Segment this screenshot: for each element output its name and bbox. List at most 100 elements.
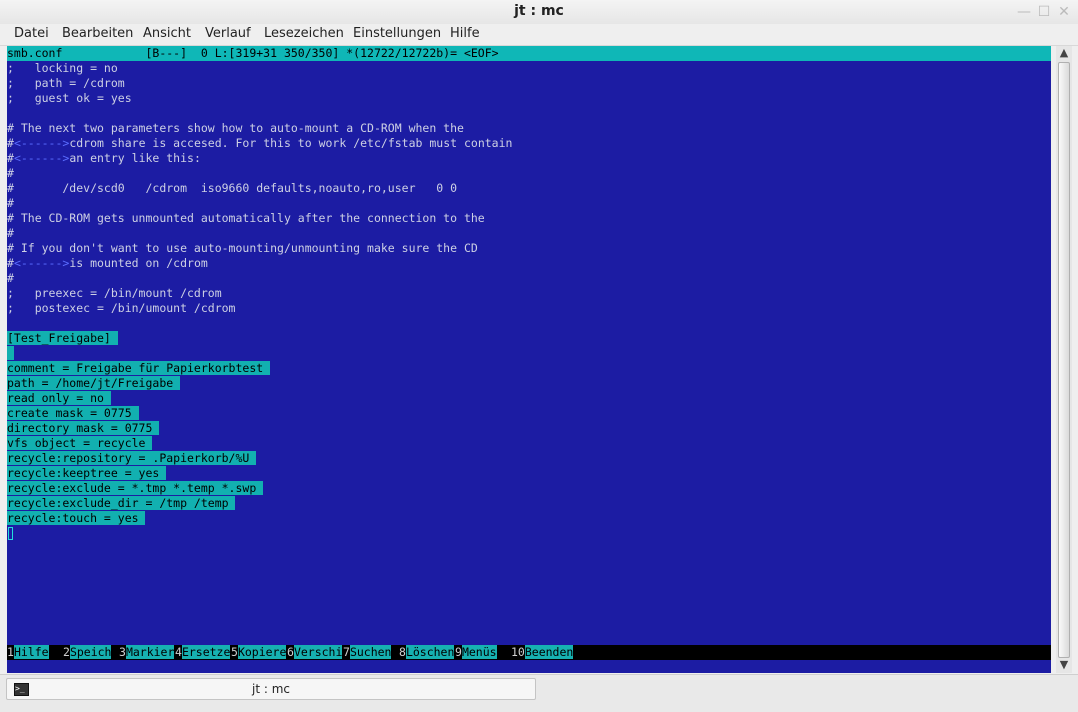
menu-einstellungen[interactable]: Einstellungen [353, 26, 441, 41]
editor-line: # [7, 226, 14, 241]
line-text: [Test_Freigabe] [7, 331, 118, 345]
line-text: recycle:repository = .Papierkorb/%U [7, 451, 257, 465]
editor-line: create mask = 0775 [7, 406, 139, 421]
fkey-label: Löschen [405, 645, 455, 659]
title-bar: jt : mc — ☐ ✕ [0, 0, 1078, 24]
menu-ansicht[interactable]: Ansicht [143, 26, 191, 41]
fkey-number: 6 [287, 645, 294, 659]
terminal-area[interactable]: smb.conf [B---] 0 L:[319+31 350/350] *(1… [7, 46, 1051, 673]
taskbar-item-mc[interactable]: >_ jt : mc [6, 678, 536, 700]
editor-line: # The next two parameters show how to au… [7, 121, 464, 136]
fkey-label: Suchen [349, 645, 392, 659]
taskbar: >_ jt : mc [0, 674, 1078, 712]
fkey-number: 3 [119, 645, 126, 659]
line-text: # /dev/scd0 /cdrom iso9660 defaults,noau… [7, 181, 458, 195]
fkey-4[interactable]: 4Ersetze [175, 645, 231, 660]
fkey-label: Verschi [293, 645, 343, 659]
menu-lesezeichen[interactable]: Lesezeichen [264, 26, 344, 41]
editor-line: vfs object = recycle [7, 436, 153, 451]
line-text-rest: is mounted on /cdrom [69, 256, 208, 270]
editor-line: comment = Freigabe für Papierkorbtest [7, 361, 271, 376]
editor-line: recycle:repository = .Papierkorb/%U [7, 451, 257, 466]
editor-line: # /dev/scd0 /cdrom iso9660 defaults,noau… [7, 181, 457, 196]
editor-line: ; path = /cdrom [7, 76, 125, 91]
taskbar-item-label: jt : mc [252, 682, 290, 696]
fkey-label: Markier [125, 645, 175, 659]
fkey-number: 5 [231, 645, 238, 659]
fkey-label: Beenden [524, 645, 574, 659]
editor-line: # [7, 166, 14, 181]
minimize-icon[interactable]: — [1016, 4, 1032, 20]
menu-verlauf[interactable]: Verlauf [205, 26, 251, 41]
fkey-2[interactable]: 2Speich [63, 645, 112, 660]
line-text: recycle:exclude_dir = /tmp /temp [7, 496, 236, 510]
editor-line: ; locking = no [7, 61, 118, 76]
fkey-1[interactable]: 1Hilfe [7, 645, 49, 660]
line-text-rest: cdrom share is accesed. For this to work… [69, 136, 513, 150]
fkey-label: Ersetze [181, 645, 231, 659]
fkey-6[interactable]: 6Verschi [287, 645, 343, 660]
fkey-8[interactable]: 8Löschen [399, 645, 455, 660]
line-text: ; preexec = /bin/mount /cdrom [7, 286, 222, 300]
line-text: read only = no [7, 391, 111, 405]
line-text: # The CD-ROM gets unmounted automaticall… [7, 211, 485, 225]
tab-marker: <------> [13, 151, 70, 165]
text-cursor [8, 527, 13, 540]
line-text: recycle:keeptree = yes [7, 466, 167, 480]
editor-line: # [7, 271, 14, 286]
tab-marker: <------> [13, 136, 70, 150]
editor-line: #<------>cdrom share is accesed. For thi… [7, 136, 512, 151]
window-title: jt : mc [514, 3, 564, 19]
fkey-label: Hilfe [13, 645, 49, 659]
line-text: # [7, 226, 14, 240]
fkey-number: 4 [175, 645, 182, 659]
scrollbar[interactable]: ▲ ▼ [1056, 46, 1072, 673]
editor-line: # If you don't want to use auto-mounting… [7, 241, 478, 256]
editor-line: # The CD-ROM gets unmounted automaticall… [7, 211, 485, 226]
editor-line: recycle:exclude = *.tmp *.temp *.swp [7, 481, 264, 496]
fkey-number: 7 [343, 645, 350, 659]
fkey-5[interactable]: 5Kopiere [231, 645, 287, 660]
line-text: # [7, 151, 14, 165]
fkey-9[interactable]: 9Menüs [455, 645, 497, 660]
fkey-label: Menüs [461, 645, 497, 659]
editor-line: directory mask = 0775 [7, 421, 160, 436]
line-text: # [7, 166, 14, 180]
fkey-number: 10 [511, 645, 525, 659]
line-text: ; locking = no [7, 61, 118, 75]
editor-line: # [7, 196, 14, 211]
line-text: # [7, 196, 14, 210]
editor-line: recycle:touch = yes [7, 511, 146, 526]
line-text: # The next two parameters show how to au… [7, 121, 464, 135]
editor-line [7, 346, 14, 361]
line-text: # [7, 271, 14, 285]
line-text: create mask = 0775 [7, 406, 139, 420]
maximize-icon[interactable]: ☐ [1036, 4, 1052, 20]
editor-line: ; preexec = /bin/mount /cdrom [7, 286, 222, 301]
line-text: ; postexec = /bin/umount /cdrom [7, 301, 236, 315]
menu-bearbeiten[interactable]: Bearbeiten [62, 26, 133, 41]
scroll-down-icon[interactable]: ▼ [1056, 658, 1072, 672]
close-icon[interactable]: ✕ [1056, 4, 1072, 20]
fkey-number: 2 [63, 645, 70, 659]
editor-line: [Test_Freigabe] [7, 331, 118, 346]
function-key-bar: 1Hilfe 2Speich 3Markier 4Ersetze 5Kopiere 6Ve… [7, 645, 1051, 660]
line-text: comment = Freigabe für Papierkorbtest [7, 361, 271, 375]
fkey-label: Speich [69, 645, 112, 659]
fkey-number: 8 [399, 645, 406, 659]
fkey-10[interactable]: 10Beenden [511, 645, 574, 660]
line-text: ; path = /cdrom [7, 76, 125, 90]
line-text: recycle:exclude = *.tmp *.temp *.swp [7, 481, 264, 495]
line-text: vfs object = recycle [7, 436, 153, 450]
scrollbar-thumb[interactable] [1058, 62, 1070, 658]
scroll-up-icon[interactable]: ▲ [1056, 46, 1072, 60]
line-text: recycle:touch = yes [7, 511, 146, 525]
editor-line: ; postexec = /bin/umount /cdrom [7, 301, 235, 316]
tab-marker: <------> [13, 256, 70, 270]
fkey-3[interactable]: 3Markier [119, 645, 175, 660]
editor-line: recycle:exclude_dir = /tmp /temp [7, 496, 236, 511]
menu-hilfe[interactable]: Hilfe [450, 26, 480, 41]
line-text: path = /home/jt/Freigabe [7, 376, 181, 390]
fkey-7[interactable]: 7Suchen [343, 645, 392, 660]
menu-datei[interactable]: Datei [14, 26, 49, 41]
